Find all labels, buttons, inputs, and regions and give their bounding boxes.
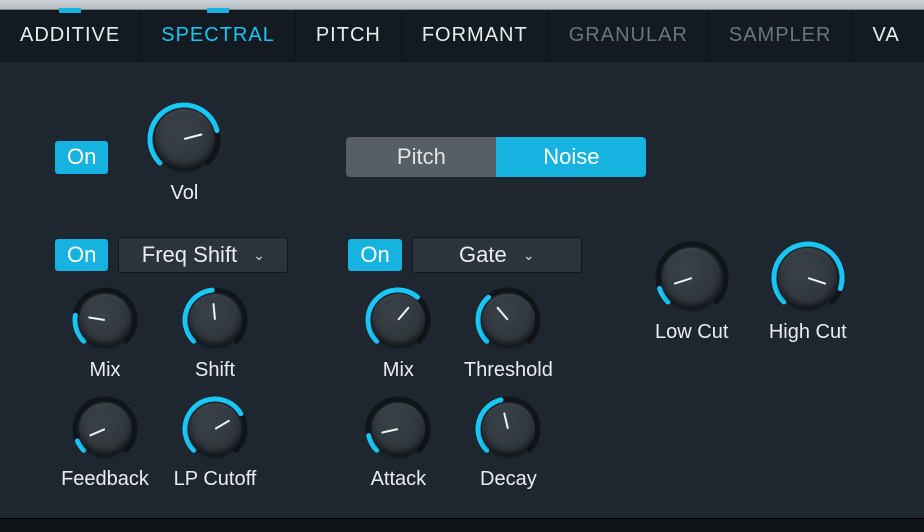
spectral-on-button[interactable]: On xyxy=(55,141,108,173)
knob-label: Shift xyxy=(195,359,235,382)
dropdown-label: Gate xyxy=(459,242,507,268)
effect2-decay-wrap: Decay xyxy=(458,396,558,491)
tab-granular[interactable]: GRANULAR xyxy=(549,10,709,61)
effect1-type-dropdown[interactable]: Freq Shift ⌄ xyxy=(118,237,288,273)
tab-label: GRANULAR xyxy=(569,24,688,47)
effect-slot-2: On Gate ⌄ Mix Threshold Attack xyxy=(348,237,581,491)
effect1-on-button[interactable]: On xyxy=(55,239,108,271)
pitch-noise-segment: Pitch Noise xyxy=(346,137,646,177)
effect1-shift-knob[interactable] xyxy=(182,287,248,353)
vol-knob-wrap: Vol xyxy=(134,102,234,205)
spectral-panel: On Vol Pitch Noise On Freq Shift ⌄ xyxy=(0,62,924,491)
effect2-type-dropdown[interactable]: Gate ⌄ xyxy=(412,237,582,273)
tab-formant[interactable]: FORMANT xyxy=(402,10,549,61)
effect2-threshold-knob[interactable] xyxy=(475,287,541,353)
effect1-shift-wrap: Shift xyxy=(165,287,265,382)
knob-label: Mix xyxy=(383,359,414,382)
tab-additive[interactable]: ADDITIVE xyxy=(0,10,141,61)
segment-pitch[interactable]: Pitch xyxy=(346,137,496,177)
effect2-decay-knob[interactable] xyxy=(475,396,541,462)
knob-label: Low Cut xyxy=(655,321,728,344)
knob-label: Threshold xyxy=(464,359,553,382)
tab-sampler[interactable]: SAMPLER xyxy=(709,10,853,61)
effect2-mix-knob[interactable] xyxy=(365,287,431,353)
tab-pitch[interactable]: PITCH xyxy=(296,10,402,61)
highcut-knob[interactable] xyxy=(771,241,845,315)
tab-label: ADDITIVE xyxy=(20,24,120,47)
effect2-threshold-wrap: Threshold xyxy=(458,287,558,382)
lowcut-knob[interactable] xyxy=(655,241,729,315)
effect1-lpcutoff-wrap: LP Cutoff xyxy=(165,396,265,491)
window-chrome xyxy=(0,0,924,10)
tab-indicator xyxy=(59,8,81,13)
tab-indicator xyxy=(207,8,229,13)
effect1-lpcutoff-knob[interactable] xyxy=(182,396,248,462)
knob-label: Decay xyxy=(480,468,537,491)
tab-label: SAMPLER xyxy=(729,24,832,47)
knob-label: LP Cutoff xyxy=(174,468,257,491)
effect1-feedback-wrap: Feedback xyxy=(55,396,155,491)
effect2-on-button[interactable]: On xyxy=(348,239,401,271)
effect1-mix-wrap: Mix xyxy=(55,287,155,382)
knob-label: Mix xyxy=(89,359,120,382)
knob-label: High Cut xyxy=(769,321,847,344)
effect1-feedback-knob[interactable] xyxy=(72,396,138,462)
effect1-mix-knob[interactable] xyxy=(72,287,138,353)
tab-va[interactable]: VA xyxy=(852,10,919,61)
vol-label: Vol xyxy=(170,182,198,205)
effect2-attack-knob[interactable] xyxy=(365,396,431,462)
segment-noise[interactable]: Noise xyxy=(496,137,646,177)
knob-label: Attack xyxy=(371,468,427,491)
tab-label: VA xyxy=(872,24,899,47)
highcut-wrap: High Cut xyxy=(758,241,858,344)
lowcut-wrap: Low Cut xyxy=(642,241,742,344)
tab-label: FORMANT xyxy=(422,24,528,47)
chevron-down-icon: ⌄ xyxy=(523,247,535,264)
effect2-attack-wrap: Attack xyxy=(348,396,448,491)
tab-spectral[interactable]: SPECTRAL xyxy=(141,10,296,61)
tab-row: ADDITIVE SPECTRAL PITCH FORMANT GRANULAR… xyxy=(0,10,924,62)
vol-knob[interactable] xyxy=(147,102,221,176)
effect2-mix-wrap: Mix xyxy=(348,287,448,382)
effect-slot-1: On Freq Shift ⌄ Mix Shift Feedback xyxy=(55,237,288,491)
dropdown-label: Freq Shift xyxy=(142,242,237,268)
chevron-down-icon: ⌄ xyxy=(253,247,265,264)
tab-label: PITCH xyxy=(316,24,381,47)
knob-label: Feedback xyxy=(61,468,149,491)
bottom-strip xyxy=(0,518,924,532)
tab-label: SPECTRAL xyxy=(161,24,275,47)
